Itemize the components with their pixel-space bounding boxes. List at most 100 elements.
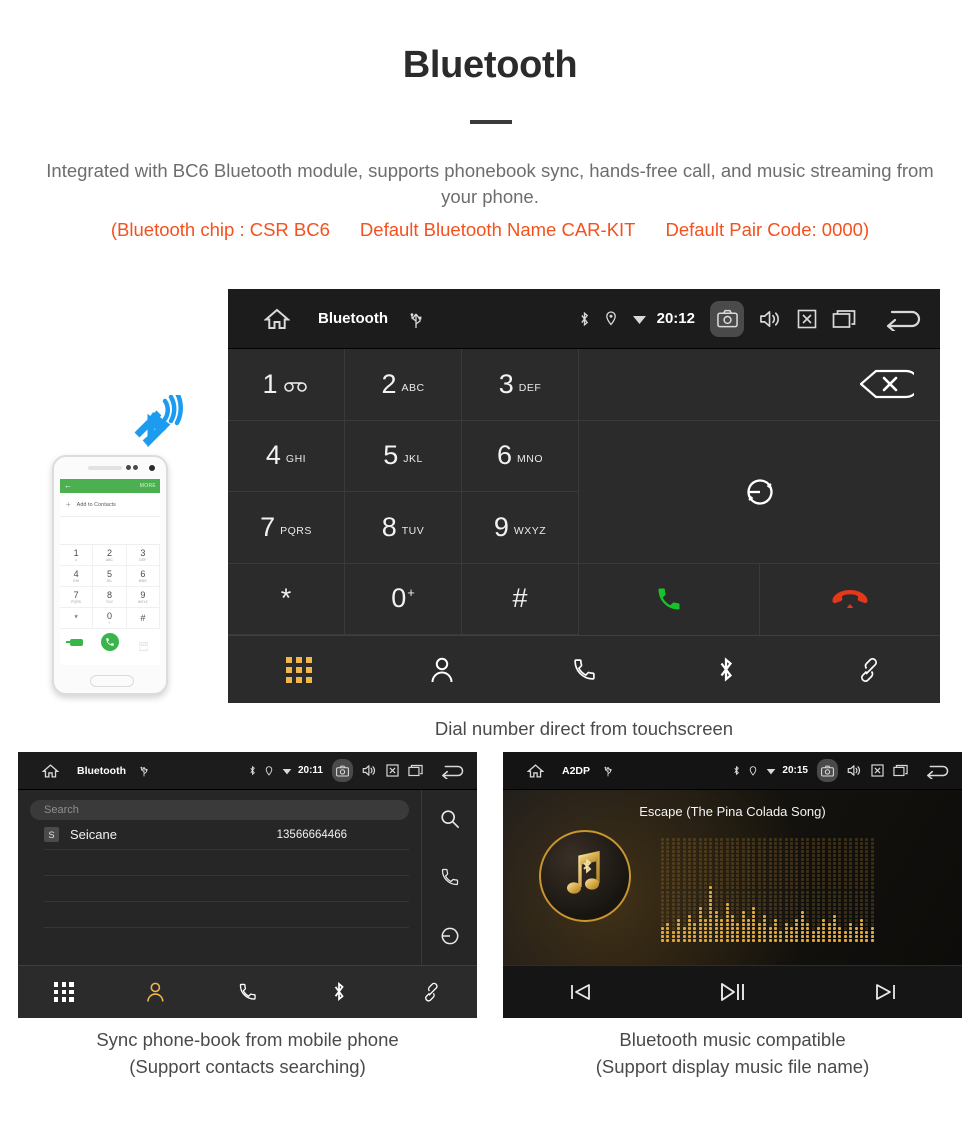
close-icon[interactable] xyxy=(797,309,817,329)
dialpad-key-5[interactable]: 5 JKL xyxy=(345,420,462,492)
visualizer-dot xyxy=(757,898,761,902)
dialpad-key-4[interactable]: 4 GHI xyxy=(228,420,345,492)
visualizer-dot xyxy=(768,866,772,870)
tab-dialpad[interactable] xyxy=(18,981,110,1003)
recents-icon[interactable] xyxy=(832,309,856,329)
dialpad-key-letters: GHI xyxy=(285,453,307,466)
visualizer-dot xyxy=(709,874,713,878)
home-icon[interactable] xyxy=(42,763,59,779)
home-icon[interactable] xyxy=(264,307,290,331)
back-icon[interactable] xyxy=(439,763,467,779)
dialpad-key-2[interactable]: 2 ABC xyxy=(345,349,462,421)
bottom-tab-bar[interactable] xyxy=(18,965,477,1018)
dialpad-grid[interactable]: 1 2 ABC 3 DEF 4 GHI 5 JKL 6 MNO 7 PQRS 8 TUV 9 WXYZ * 0+ # xyxy=(228,349,579,635)
tab-contacts[interactable] xyxy=(110,982,202,1002)
tab-dialpad[interactable] xyxy=(228,656,370,683)
recents-icon[interactable] xyxy=(893,764,908,777)
tab-pair[interactable] xyxy=(798,657,940,683)
contact-row[interactable]: S Seicane 13566664466 xyxy=(44,820,409,850)
tab-bluetooth[interactable] xyxy=(293,981,385,1002)
back-icon[interactable] xyxy=(882,307,926,331)
phone-key: * xyxy=(60,608,94,629)
visualizer-dot xyxy=(709,938,713,942)
visualizer-dot xyxy=(747,882,750,886)
visualizer-dot xyxy=(827,870,831,874)
visualizer-dot xyxy=(779,930,783,934)
visualizer-dot xyxy=(725,854,729,858)
visualizer-dot xyxy=(838,870,842,874)
visualizer-dot xyxy=(827,862,831,866)
visualizer-dot xyxy=(854,918,858,922)
visualizer-dot xyxy=(859,914,863,918)
visualizer-dot xyxy=(666,842,670,846)
dialpad-key-3[interactable]: 3 DEF xyxy=(462,349,579,421)
bottom-tab-bar[interactable] xyxy=(228,635,940,703)
search-icon[interactable] xyxy=(440,809,460,829)
visualizer-dot xyxy=(757,894,761,898)
dialpad-key-1[interactable]: 1 xyxy=(228,349,345,421)
sync-icon[interactable] xyxy=(745,477,775,507)
dialpad-key-9[interactable]: 9 WXYZ xyxy=(462,492,579,564)
visualizer-dot xyxy=(677,874,681,878)
play-pause-button[interactable] xyxy=(656,981,809,1003)
previous-button[interactable] xyxy=(503,982,656,1002)
song-title: Escape (The Pina Colada Song) xyxy=(639,804,826,819)
visualizer-dot xyxy=(816,934,820,938)
home-icon[interactable] xyxy=(527,763,544,779)
next-button[interactable] xyxy=(809,982,962,1002)
dialpad-key-7[interactable]: 7 PQRS xyxy=(228,492,345,564)
call-button[interactable] xyxy=(579,563,760,635)
visualizer-dot xyxy=(806,874,810,878)
back-icon[interactable] xyxy=(924,763,952,779)
visualizer-dot xyxy=(811,930,815,934)
tab-pair[interactable] xyxy=(385,982,477,1002)
dialpad-key-6[interactable]: 6 MNO xyxy=(462,420,579,492)
tab-call-history[interactable] xyxy=(513,657,655,682)
close-icon[interactable] xyxy=(871,764,884,777)
recents-icon[interactable] xyxy=(408,764,423,777)
hangup-button[interactable] xyxy=(759,563,940,635)
visualizer-dot xyxy=(773,938,777,942)
visualizer-dot xyxy=(865,862,869,866)
visualizer-dot xyxy=(768,918,772,922)
visualizer-dot xyxy=(693,870,697,874)
bluetooth-icon xyxy=(733,765,740,776)
dialpad-key-star[interactable]: * xyxy=(228,563,345,635)
dialpad-key-hash[interactable]: # xyxy=(462,563,579,635)
transfer-audio-row[interactable] xyxy=(579,420,940,564)
visualizer-dot xyxy=(816,914,820,918)
visualizer-dot xyxy=(671,898,675,902)
visualizer-dot xyxy=(833,922,836,926)
volume-icon[interactable] xyxy=(759,309,782,329)
tab-call-history[interactable] xyxy=(202,982,294,1002)
visualizer-dot xyxy=(720,846,724,850)
visualizer-dot xyxy=(730,934,734,938)
visualizer-dot xyxy=(730,886,734,890)
visualizer-dot xyxy=(763,862,767,866)
volume-icon[interactable] xyxy=(847,764,862,777)
visualizer-dot xyxy=(854,862,858,866)
camera-icon[interactable] xyxy=(332,759,353,782)
tab-bluetooth[interactable] xyxy=(655,656,797,683)
dialpad-key-0[interactable]: 0+ xyxy=(345,563,462,635)
visualizer-dot xyxy=(736,854,740,858)
backspace-icon[interactable] xyxy=(858,369,914,399)
visualizer-dot xyxy=(747,870,750,874)
visualizer-dot xyxy=(843,870,847,874)
visualizer-dot xyxy=(854,870,858,874)
visualizer-dot xyxy=(827,874,831,878)
camera-icon[interactable] xyxy=(817,759,838,782)
search-input[interactable]: Search xyxy=(30,800,409,820)
call-icon[interactable] xyxy=(440,867,460,887)
close-icon[interactable] xyxy=(386,764,399,777)
dialpad-key-8[interactable]: 8 TUV xyxy=(345,492,462,564)
volume-icon[interactable] xyxy=(362,764,377,777)
visualizer-dot xyxy=(806,898,810,902)
visualizer-dot xyxy=(800,862,804,866)
tab-contacts[interactable] xyxy=(370,657,512,683)
visualizer-dot xyxy=(682,902,686,906)
visualizer-dot xyxy=(752,906,756,910)
camera-icon[interactable] xyxy=(710,300,744,337)
sync-icon[interactable] xyxy=(440,926,460,946)
playback-controls[interactable] xyxy=(503,965,962,1018)
